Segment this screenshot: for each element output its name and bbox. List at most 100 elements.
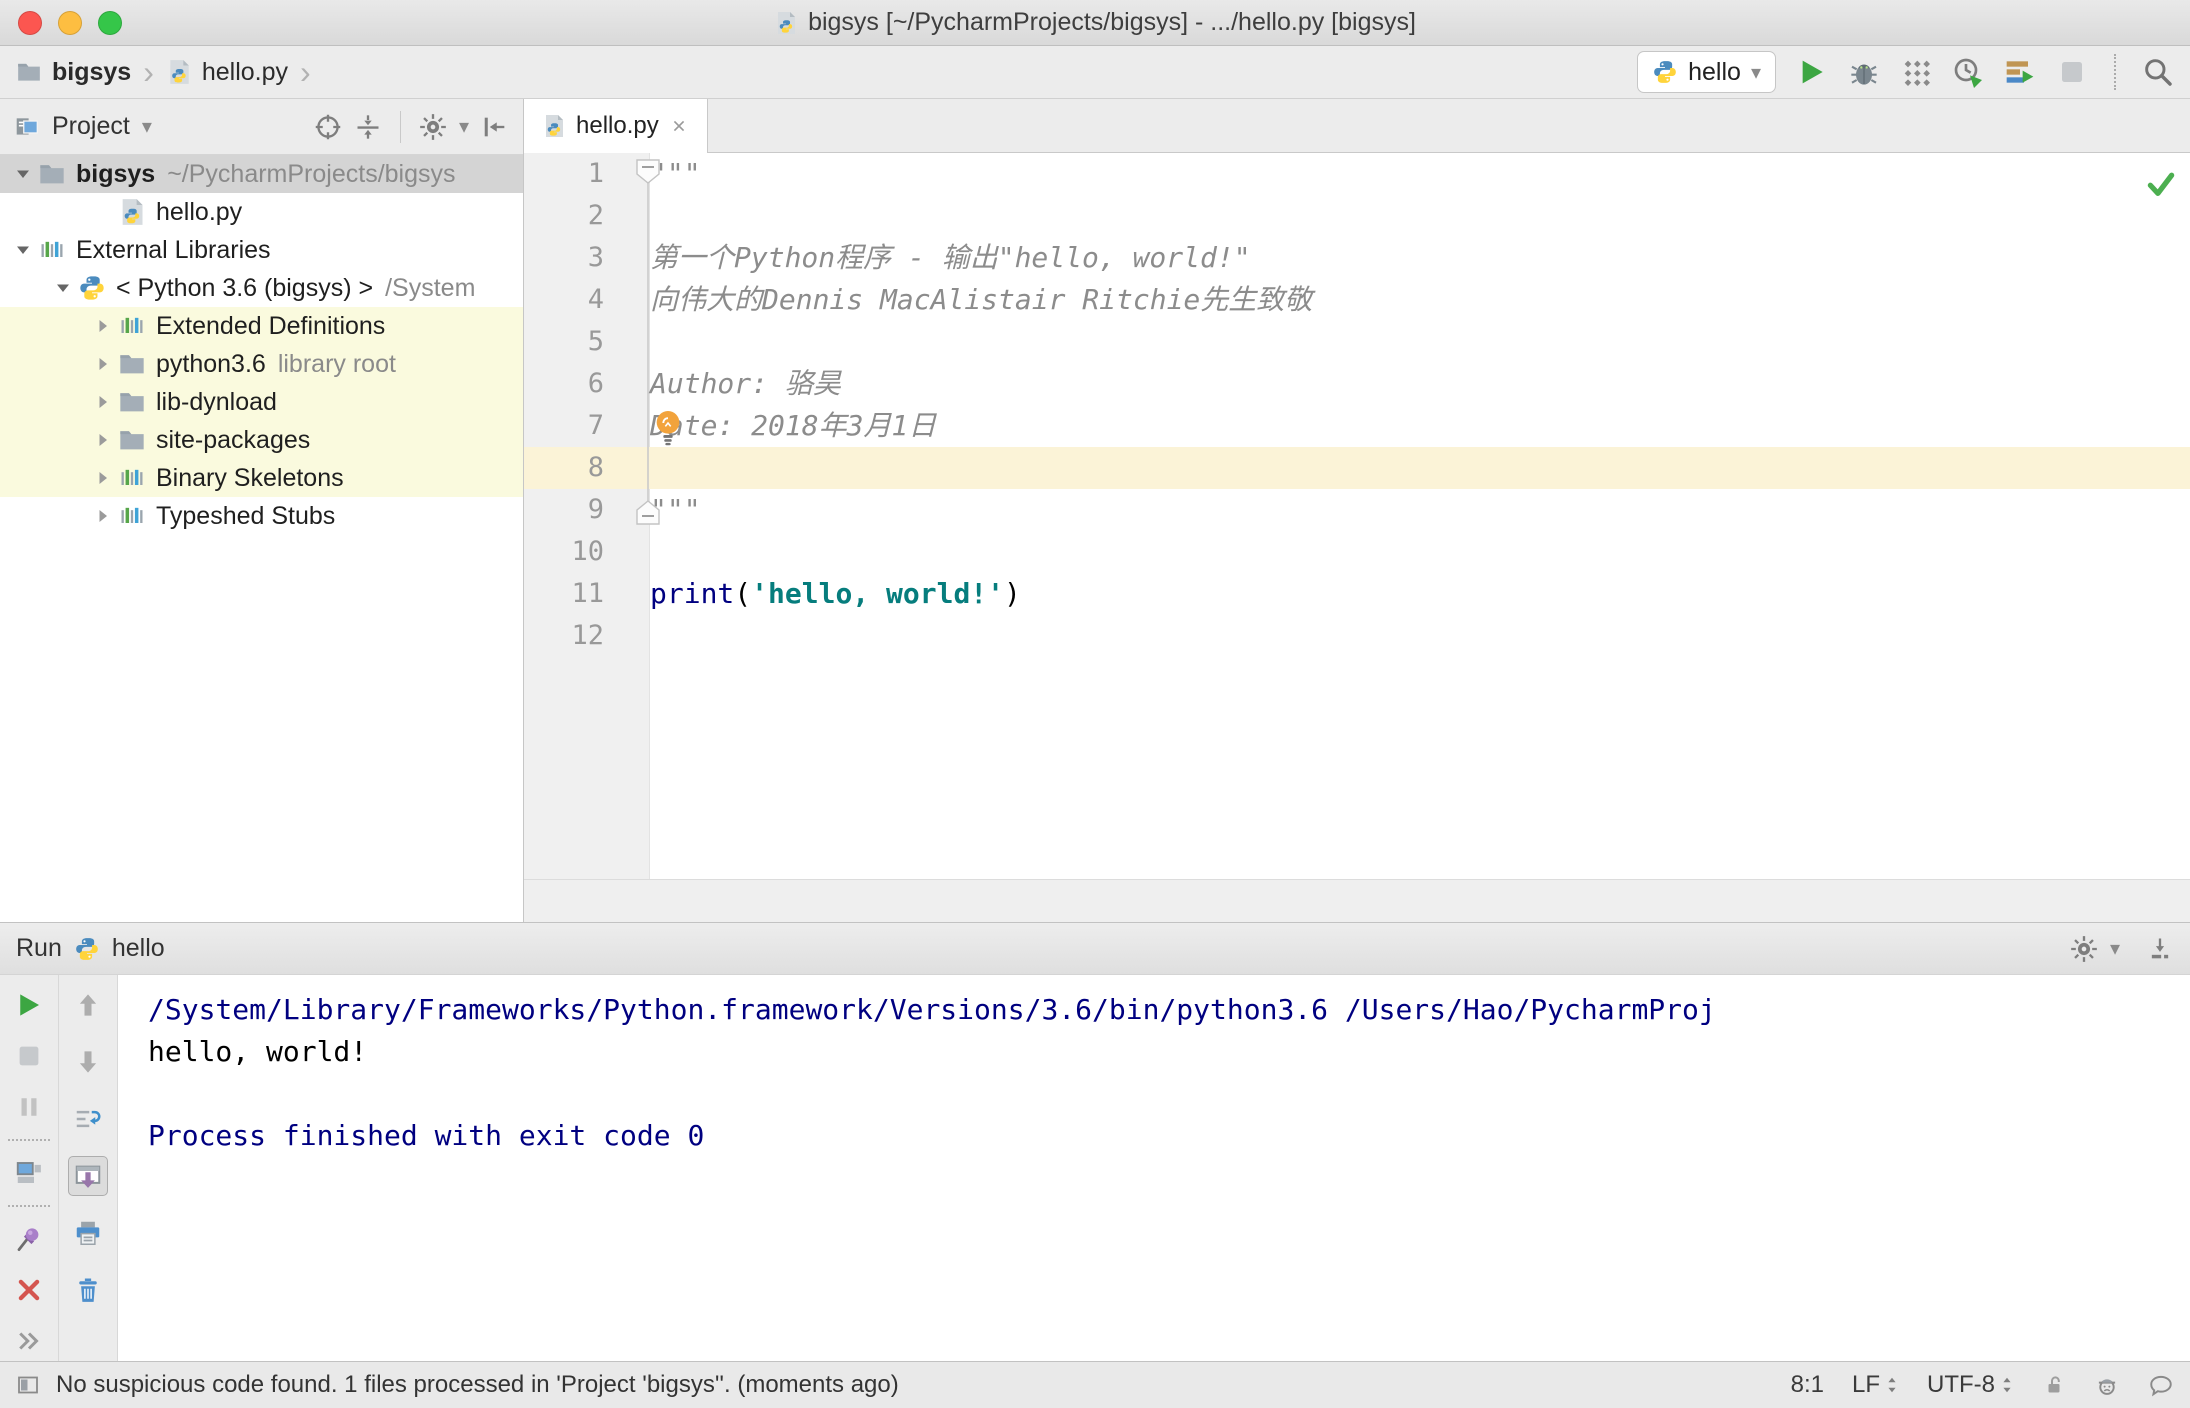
editor-line-3[interactable]: 3 第一个Python程序 - 输出"hello, world!" xyxy=(524,237,2190,279)
code-text: Author: 骆昊 xyxy=(650,363,841,405)
breadcrumb-separator-icon: › xyxy=(143,53,154,90)
chevron-collapsed-icon[interactable] xyxy=(90,354,116,374)
fold-markers[interactable] xyxy=(632,153,666,538)
tree-item-hello-py[interactable]: hello.py xyxy=(0,193,523,231)
chevron-down-icon[interactable]: ▾ xyxy=(142,114,152,139)
more-actions-button[interactable] xyxy=(9,1321,49,1361)
tree-item-site-packages[interactable]: site-packages xyxy=(0,421,523,459)
editor[interactable]: 1 """ 2 3 第一个Python程序 - 输出"hello, world!" 4 向伟… xyxy=(524,153,2190,879)
close-icon[interactable] xyxy=(9,1270,49,1310)
editor-line-9[interactable]: 9 """ xyxy=(524,489,2190,531)
line-separator-widget[interactable]: LF xyxy=(1852,1371,1899,1399)
editor-line-6[interactable]: 6 Author: 骆昊 xyxy=(524,363,2190,405)
tree-item-lib-dynload[interactable]: lib-dynload xyxy=(0,383,523,421)
run-panel-title[interactable]: Run xyxy=(16,934,62,963)
event-log-bubble-icon[interactable] xyxy=(2148,1372,2174,1398)
editor-line-12[interactable]: 12 xyxy=(524,615,2190,657)
folder-icon xyxy=(118,350,148,378)
chevron-collapsed-icon[interactable] xyxy=(90,316,116,336)
tab-hello-py[interactable]: hello.py xyxy=(524,99,708,153)
run-button[interactable] xyxy=(1796,56,1828,88)
coverage-button[interactable] xyxy=(1900,56,1932,88)
tree-item-external-libraries[interactable]: External Libraries xyxy=(0,231,523,269)
close-window-button[interactable] xyxy=(18,10,42,35)
hide-run-panel-button[interactable] xyxy=(2146,935,2174,963)
zoom-window-button[interactable] xyxy=(98,10,122,35)
tree-item-python3-6[interactable]: python3.6 library root xyxy=(0,345,523,383)
code-text: 第一个Python程序 - 输出"hello, world!" xyxy=(650,237,1251,279)
chevron-collapsed-icon[interactable] xyxy=(90,392,116,412)
run-panel-body: /System/Library/Frameworks/Python.framew… xyxy=(0,975,2190,1361)
stop-button-disabled xyxy=(9,1036,49,1076)
inspector-hector-icon[interactable] xyxy=(2094,1372,2120,1398)
caret-position-widget[interactable]: 8:1 xyxy=(1791,1371,1824,1399)
editor-line-8[interactable]: 8 xyxy=(524,447,2190,489)
toolwindow-toggle-icon[interactable] xyxy=(16,1373,40,1397)
concurrency-diagram-button[interactable] xyxy=(2004,56,2036,88)
editor-line-4[interactable]: 4 向伟大的Dennis MacAlistair Ritchie先生致敬 xyxy=(524,279,2190,321)
title-bar: bigsys [~/PycharmProjects/bigsys] - .../… xyxy=(0,0,2190,46)
editor-line-1[interactable]: 1 """ xyxy=(524,153,2190,195)
pycharm-window: bigsys [~/PycharmProjects/bigsys] - .../… xyxy=(0,0,2190,1408)
breadcrumb-file[interactable]: hello.py xyxy=(202,58,288,87)
run-console[interactable]: /System/Library/Frameworks/Python.framew… xyxy=(118,975,2190,1361)
scroll-to-end-button[interactable] xyxy=(68,1156,108,1196)
print-button[interactable] xyxy=(68,1213,108,1253)
inspections-ok-icon[interactable] xyxy=(2146,169,2176,199)
pyfile-icon xyxy=(118,198,148,226)
tree-item-label: External Libraries xyxy=(76,235,271,264)
lock-icon[interactable] xyxy=(2042,1373,2066,1397)
locate-file-button[interactable] xyxy=(314,113,342,141)
gear-icon[interactable] xyxy=(2070,935,2098,963)
collapse-all-button[interactable] xyxy=(354,113,382,141)
line-separator-value: LF xyxy=(1851,1371,1880,1398)
encoding-widget[interactable]: UTF-8 xyxy=(1927,1371,2014,1399)
code-segment: print xyxy=(650,577,735,610)
project-panel-title[interactable]: Project xyxy=(52,112,130,141)
close-icon[interactable] xyxy=(669,116,689,136)
pin-tab-button[interactable] xyxy=(9,1219,49,1259)
run-config-selector[interactable]: hello ▾ xyxy=(1637,51,1776,93)
tree-item-python-3-6-bigsys[interactable]: < Python 3.6 (bigsys) > /System xyxy=(0,269,523,307)
debug-button[interactable] xyxy=(1848,56,1880,88)
library-icon xyxy=(38,236,68,264)
breadcrumb-project[interactable]: bigsys xyxy=(52,58,131,87)
tree-item-binary-skeletons[interactable]: Binary Skeletons xyxy=(0,459,523,497)
pause-output-button xyxy=(9,1087,49,1127)
chevron-collapsed-icon[interactable] xyxy=(90,468,116,488)
soft-wrap-button[interactable] xyxy=(68,1099,108,1139)
line-number[interactable]: 12 xyxy=(524,615,650,657)
tree-item-typeshed-stubs[interactable]: Typeshed Stubs xyxy=(0,497,523,535)
chevron-expanded-icon[interactable] xyxy=(10,240,36,260)
gear-icon[interactable] xyxy=(419,113,447,141)
editor-line-7[interactable]: 7 Date: 2018年3月1日 xyxy=(524,405,2190,447)
intention-bulb-icon[interactable] xyxy=(652,409,686,456)
rerun-button[interactable] xyxy=(9,985,49,1025)
editor-line-5[interactable]: 5 xyxy=(524,321,2190,363)
tree-item-bigsys[interactable]: bigsys ~/PycharmProjects/bigsys xyxy=(0,155,523,193)
status-message: No suspicious code found. 1 files proces… xyxy=(56,1371,899,1398)
editor-line-11[interactable]: 11 print('hello, world!') xyxy=(524,573,2190,615)
hide-panel-button[interactable] xyxy=(481,113,509,141)
editor-line-2[interactable]: 2 xyxy=(524,195,2190,237)
chevron-expanded-icon[interactable] xyxy=(10,164,36,184)
line-number[interactable]: 11 xyxy=(524,573,650,615)
search-everywhere-button[interactable] xyxy=(2142,56,2174,88)
code-segment: Author: 骆昊 xyxy=(650,367,841,400)
window-title-text: bigsys [~/PycharmProjects/bigsys] - .../… xyxy=(808,8,1416,36)
editor-line-10[interactable]: 10 xyxy=(524,531,2190,573)
tree-item-label: python3.6 xyxy=(156,349,266,378)
chevron-expanded-icon[interactable] xyxy=(50,278,76,298)
editor-scrollbar-area[interactable] xyxy=(524,879,2190,922)
chevron-collapsed-icon[interactable] xyxy=(90,506,116,526)
tree-item-label: bigsys xyxy=(76,159,156,188)
clear-all-button[interactable] xyxy=(68,1270,108,1310)
minimize-window-button[interactable] xyxy=(58,10,82,35)
run-panel: Run hello ▾ /System/Library/Frameworks/P… xyxy=(0,922,2190,1361)
restore-layout-button[interactable] xyxy=(9,1153,49,1193)
chevron-collapsed-icon[interactable] xyxy=(90,430,116,450)
tree-item-extended-definitions[interactable]: Extended Definitions xyxy=(0,307,523,345)
profiler-button[interactable] xyxy=(1952,56,1984,88)
code-segment: Date: 2018年3月1日 xyxy=(650,409,937,442)
tree-item-hint: ~/PycharmProjects/bigsys xyxy=(167,159,456,188)
